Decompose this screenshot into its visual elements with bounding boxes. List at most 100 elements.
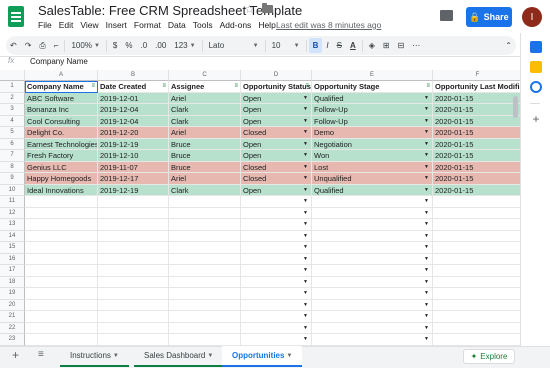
- row-number[interactable]: 1: [0, 81, 25, 93]
- table-cell[interactable]: [98, 219, 169, 231]
- percent-format-button[interactable]: %: [121, 38, 136, 53]
- column-header-f[interactable]: F: [433, 70, 520, 81]
- table-cell[interactable]: [25, 334, 98, 346]
- table-cell[interactable]: [98, 242, 169, 254]
- add-sheet-icon[interactable]: +: [12, 348, 19, 362]
- dropdown-arrow-icon[interactable]: ▼: [303, 323, 308, 334]
- dropdown-arrow-icon[interactable]: ▼: [424, 265, 429, 276]
- table-cell[interactable]: ▼: [312, 230, 433, 242]
- table-cell[interactable]: [433, 277, 520, 288]
- table-cell[interactable]: 2019-12-10: [98, 150, 169, 162]
- filter-icon[interactable]: ≡: [91, 81, 95, 92]
- table-cell[interactable]: [433, 300, 520, 311]
- dropdown-arrow-icon[interactable]: ▼: [424, 311, 429, 322]
- table-cell[interactable]: Clark: [169, 115, 241, 127]
- dropdown-arrow-icon[interactable]: ▼: [303, 116, 308, 127]
- dropdown-arrow-icon[interactable]: ▼: [424, 139, 429, 150]
- menu-view[interactable]: View: [80, 20, 98, 30]
- dropdown-arrow-icon[interactable]: ▼: [303, 334, 308, 345]
- filter-icon[interactable]: ≡: [162, 81, 166, 92]
- table-cell[interactable]: ABC Software: [25, 92, 98, 104]
- dropdown-arrow-icon[interactable]: ▼: [303, 208, 308, 219]
- sheets-logo-icon[interactable]: [8, 6, 24, 27]
- table-cell[interactable]: [433, 334, 520, 346]
- dropdown-arrow-icon[interactable]: ▼: [303, 162, 308, 173]
- column-header-a[interactable]: A: [25, 70, 98, 81]
- bold-button[interactable]: B: [308, 38, 323, 53]
- row-number[interactable]: 3: [0, 104, 25, 116]
- table-cell[interactable]: [169, 219, 241, 231]
- table-cell[interactable]: Open ▼: [241, 138, 312, 150]
- row-number[interactable]: 16: [0, 253, 25, 265]
- table-cell[interactable]: [169, 322, 241, 334]
- currency-format-button[interactable]: $: [109, 38, 121, 53]
- table-cell[interactable]: [25, 219, 98, 231]
- table-cell[interactable]: ▼: [312, 253, 433, 265]
- table-cell[interactable]: Cool Consulting: [25, 115, 98, 127]
- row-number[interactable]: 15: [0, 242, 25, 254]
- table-cell[interactable]: [433, 196, 520, 208]
- table-cell[interactable]: ▼: [312, 265, 433, 277]
- table-cell[interactable]: Bruce: [169, 161, 241, 173]
- table-cell[interactable]: [25, 196, 98, 208]
- column-header-d[interactable]: D: [241, 70, 312, 81]
- table-cell[interactable]: [433, 254, 520, 265]
- last-edit-link[interactable]: Last edit was 8 minutes ago: [276, 20, 381, 30]
- table-cell[interactable]: 2019-12-04: [98, 115, 169, 127]
- table-cell[interactable]: Delight Co.: [25, 127, 98, 139]
- row-number[interactable]: 5: [0, 127, 25, 139]
- dropdown-arrow-icon[interactable]: ▼: [303, 288, 308, 299]
- row-number[interactable]: 6: [0, 138, 25, 150]
- dropdown-arrow-icon[interactable]: ▼: [424, 219, 429, 230]
- table-cell[interactable]: ▼: [241, 242, 312, 254]
- dropdown-arrow-icon[interactable]: ▼: [424, 208, 429, 219]
- table-cell[interactable]: Ideal Innovations: [25, 184, 98, 196]
- table-cell[interactable]: Ariel: [169, 173, 241, 185]
- table-cell[interactable]: ▼: [312, 299, 433, 311]
- folder-icon[interactable]: [262, 3, 273, 13]
- table-cell[interactable]: [98, 276, 169, 288]
- dropdown-arrow-icon[interactable]: ▼: [303, 231, 308, 242]
- fill-color-icon[interactable]: ◈: [365, 38, 379, 53]
- dropdown-arrow-icon[interactable]: ▼: [424, 104, 429, 115]
- row-number[interactable]: 18: [0, 276, 25, 288]
- header-cell[interactable]: Date Created ≡: [98, 81, 169, 93]
- dropdown-arrow-icon[interactable]: ▼: [424, 127, 429, 138]
- table-cell[interactable]: [98, 265, 169, 277]
- table-cell[interactable]: ▼: [312, 322, 433, 334]
- table-cell[interactable]: [169, 334, 241, 346]
- table-cell[interactable]: Qualified ▼: [312, 184, 433, 196]
- table-cell[interactable]: ▼: [312, 242, 433, 254]
- text-color-button[interactable]: A: [346, 38, 360, 53]
- table-cell[interactable]: Clark: [169, 104, 241, 116]
- table-cell[interactable]: ▼: [241, 207, 312, 219]
- table-cell[interactable]: 2019-12-19: [98, 184, 169, 196]
- dropdown-arrow-icon[interactable]: ▼: [303, 139, 308, 150]
- table-cell[interactable]: Follow-Up ▼: [312, 104, 433, 116]
- row-number[interactable]: 4: [0, 115, 25, 127]
- row-number[interactable]: 13: [0, 219, 25, 231]
- table-cell[interactable]: ▼: [241, 311, 312, 323]
- table-cell[interactable]: ▼: [241, 196, 312, 208]
- table-cell[interactable]: [25, 230, 98, 242]
- dropdown-arrow-icon[interactable]: ▼: [303, 300, 308, 311]
- table-cell[interactable]: 2019-12-01: [98, 92, 169, 104]
- table-cell[interactable]: Bruce: [169, 150, 241, 162]
- add-addon-icon[interactable]: +: [530, 113, 542, 125]
- share-button[interactable]: 🔒 Share: [466, 7, 512, 27]
- table-cell[interactable]: [98, 196, 169, 208]
- dropdown-arrow-icon[interactable]: ▼: [424, 288, 429, 299]
- table-cell[interactable]: ▼: [312, 311, 433, 323]
- tab-sales-dashboard[interactable]: Sales Dashboard ▼: [134, 346, 224, 367]
- table-cell[interactable]: ▼: [241, 288, 312, 300]
- table-cell[interactable]: Earnest Technologies: [25, 138, 98, 150]
- row-number[interactable]: 23: [0, 334, 25, 346]
- table-cell[interactable]: 2019-12-19: [98, 138, 169, 150]
- table-cell[interactable]: [169, 288, 241, 300]
- dropdown-arrow-icon[interactable]: ▼: [424, 277, 429, 288]
- table-cell[interactable]: [169, 230, 241, 242]
- table-cell[interactable]: [98, 288, 169, 300]
- menu-file[interactable]: File: [38, 20, 52, 30]
- table-cell[interactable]: [433, 311, 520, 323]
- row-number[interactable]: 19: [0, 288, 25, 300]
